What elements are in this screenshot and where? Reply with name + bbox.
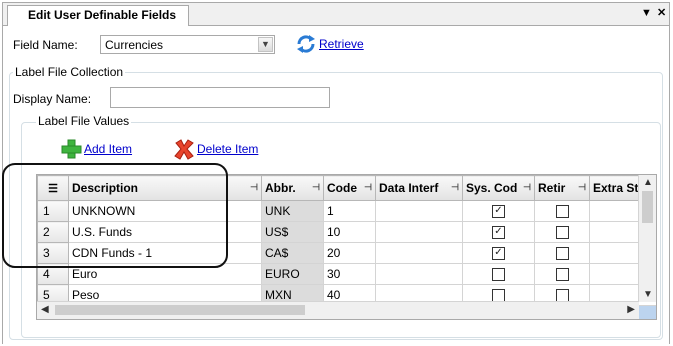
pin-icon[interactable]: ⊣ [523, 182, 531, 193]
highlight-callout [2, 163, 228, 268]
abbr-cell: UNK [261, 200, 324, 222]
column-header-label: Sys. Cod [466, 181, 518, 195]
tab-strip: Edit User Definable Fields ▼ ✕ [3, 3, 669, 26]
tab-title: Edit User Definable Fields [28, 8, 177, 22]
sys-code-checkbox[interactable]: ✓ [462, 200, 535, 222]
column-header-sys-code[interactable]: Sys. Cod ⊣ [462, 175, 535, 201]
sys-code-checkbox[interactable] [462, 263, 535, 285]
data-interf-cell [375, 221, 463, 243]
code-cell: 10 [323, 221, 376, 243]
display-name-input[interactable] [110, 87, 330, 108]
plus-icon [61, 139, 82, 159]
delete-item-link[interactable]: Delete Item [197, 138, 258, 160]
column-header-label: Abbr. [265, 181, 296, 195]
pin-icon[interactable]: ⊣ [312, 182, 320, 193]
delete-x-icon [174, 139, 194, 160]
scroll-thumb[interactable] [642, 191, 653, 223]
chevron-down-icon[interactable]: ▼ [258, 37, 273, 52]
column-header-retired[interactable]: Retir ⊣ [534, 175, 590, 201]
refresh-icon [297, 35, 315, 53]
add-item-link[interactable]: Add Item [84, 138, 132, 160]
sys-code-checkbox[interactable]: ✓ [462, 221, 535, 243]
triangle-down-icon[interactable]: ▼ [641, 6, 652, 20]
tab-edit-user-definable-fields[interactable]: Edit User Definable Fields [7, 5, 190, 26]
checkbox[interactable] [555, 226, 569, 240]
pin-icon[interactable]: ⊣ [250, 182, 258, 193]
column-header-code[interactable]: Code ⊣ [323, 175, 376, 201]
vertical-scrollbar[interactable]: ▲ ▼ [638, 175, 656, 302]
column-header-data-interf[interactable]: Data Interf ⊣ [375, 175, 463, 201]
code-cell: 20 [323, 242, 376, 264]
retired-checkbox[interactable] [534, 263, 590, 285]
pin-icon[interactable]: ⊣ [578, 182, 586, 193]
abbr-cell: EURO [261, 263, 324, 285]
retired-checkbox[interactable] [534, 200, 590, 222]
checkbox[interactable] [555, 247, 569, 261]
checkmark-icon[interactable]: ✓ [492, 226, 505, 240]
data-interf-cell [375, 200, 463, 222]
field-name-label: Field Name: [13, 38, 78, 52]
retired-checkbox[interactable] [534, 242, 590, 264]
column-header-label: Data Interf [379, 181, 439, 195]
field-name-combo[interactable]: Currencies ▼ [100, 35, 275, 54]
scroll-down-icon[interactable]: ▼ [643, 289, 653, 300]
abbr-cell: CA$ [261, 242, 324, 264]
retrieve-link[interactable]: Retrieve [319, 37, 364, 51]
field-name-value: Currencies [105, 38, 164, 52]
column-header-label: Extra St [593, 181, 639, 195]
pin-icon[interactable]: ⊣ [451, 182, 459, 193]
scroll-up-icon[interactable]: ▲ [643, 177, 653, 188]
column-header-label: Code [327, 181, 357, 195]
data-interf-cell [375, 263, 463, 285]
checkmark-icon[interactable]: ✓ [492, 247, 505, 261]
column-header-abbr[interactable]: Abbr. ⊣ [261, 175, 324, 201]
display-name-label: Display Name: [13, 92, 92, 106]
scroll-left-icon[interactable]: ◀ [41, 304, 49, 315]
abbr-cell: US$ [261, 221, 324, 243]
scroll-right-icon[interactable]: ▶ [627, 304, 635, 315]
label-file-values-legend: Label File Values [36, 114, 132, 128]
checkbox[interactable] [555, 205, 569, 219]
sys-code-checkbox[interactable]: ✓ [462, 242, 535, 264]
horizontal-scrollbar[interactable]: ◀ ▶ [37, 301, 639, 319]
code-cell: 30 [323, 263, 376, 285]
data-interf-cell [375, 242, 463, 264]
scroll-thumb[interactable] [55, 305, 305, 315]
code-cell: 1 [323, 200, 376, 222]
label-file-collection-legend: Label File Collection [13, 65, 126, 79]
checkbox[interactable] [555, 268, 569, 282]
checkbox[interactable] [492, 268, 505, 282]
pin-icon[interactable]: ⊣ [364, 182, 372, 193]
close-icon[interactable]: ✕ [657, 6, 666, 20]
retired-checkbox[interactable] [534, 221, 590, 243]
checkmark-icon[interactable]: ✓ [492, 205, 505, 219]
column-header-label: Retir [538, 181, 566, 195]
